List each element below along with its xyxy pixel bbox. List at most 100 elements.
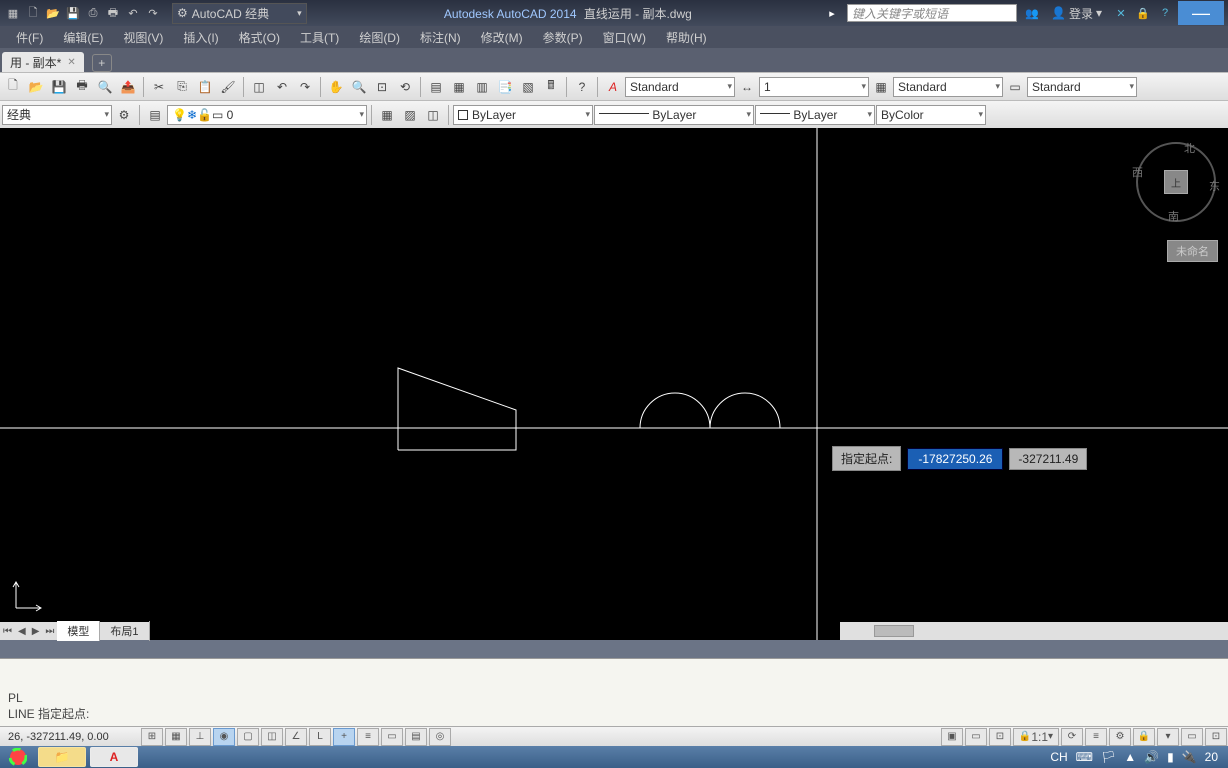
menu-parametric[interactable]: 参数(P) <box>533 27 593 48</box>
text-style-icon[interactable]: A <box>602 76 624 98</box>
ducs-icon[interactable]: L <box>309 728 331 746</box>
iso-icon[interactable]: ▭ <box>1181 728 1203 746</box>
stay-connected-icon[interactable]: 🔒 <box>1134 4 1152 22</box>
copy-icon[interactable]: ⎘ <box>171 76 193 98</box>
snap-icon[interactable]: ⊞ <box>141 728 163 746</box>
plot-icon[interactable]: 🖶 <box>71 76 93 98</box>
zoom-prev-icon[interactable]: ⟲ <box>394 76 416 98</box>
ws-switch-icon[interactable]: ⚙ <box>1109 728 1131 746</box>
qv-icon[interactable]: ⊡ <box>989 728 1011 746</box>
ortho-icon[interactable]: ⊥ <box>189 728 211 746</box>
cut-icon[interactable]: ✂ <box>148 76 170 98</box>
table-style-select[interactable]: Standard▾ <box>1027 77 1137 97</box>
lineweight-select[interactable]: 1▾ <box>759 77 869 97</box>
dyn-input-icon[interactable]: + <box>333 728 355 746</box>
view-state-label[interactable]: 未命名 <box>1167 240 1218 262</box>
osnap3d-icon[interactable]: ◫ <box>261 728 283 746</box>
help-icon[interactable]: ? <box>1156 4 1174 22</box>
save-icon[interactable]: 💾 <box>48 76 70 98</box>
undo-icon[interactable]: ↶ <box>124 4 142 22</box>
save-icon[interactable]: 💾 <box>64 4 82 22</box>
drawing-canvas[interactable]: 上 北 南 东 西 未命名 指定起点: -17827250.26 -327211… <box>0 128 1228 640</box>
layer-iso-icon[interactable]: ▨ <box>399 104 421 126</box>
toolbar-lock-icon[interactable]: 🔒 <box>1133 728 1155 746</box>
color-select[interactable]: ByLayer▾ <box>453 105 593 125</box>
layout-next-icon[interactable]: ▶ <box>29 626 43 637</box>
lineweight-select2[interactable]: ByLayer▾ <box>755 105 875 125</box>
open-icon[interactable]: 📂 <box>25 76 47 98</box>
layer-state-icon[interactable]: ▦ <box>376 104 398 126</box>
tpy-icon[interactable]: ▭ <box>381 728 403 746</box>
zoom-icon[interactable]: 🔍 <box>348 76 370 98</box>
ws-settings-icon[interactable]: ⚙ <box>113 104 135 126</box>
mleader-icon[interactable]: ▭ <box>1004 76 1026 98</box>
saveas-icon[interactable]: ⎙ <box>84 4 102 22</box>
clock[interactable]: 20 <box>1205 750 1218 764</box>
file-tab[interactable]: 用 - 副本*✕ <box>2 52 84 72</box>
menu-help[interactable]: 帮助(H) <box>656 27 717 48</box>
clean-icon[interactable]: ⊡ <box>1205 728 1227 746</box>
new-tab-button[interactable]: + <box>92 54 112 72</box>
workspace-selector[interactable]: ⚙ AutoCAD 经典 ▾ <box>172 3 307 24</box>
login-button[interactable]: 👤 登录 ▾ <box>1045 3 1108 24</box>
dim-style-select[interactable]: Standard▾ <box>893 77 1003 97</box>
anno-scale[interactable]: 🔒 1:1▾ <box>1013 728 1059 746</box>
dim-style-icon[interactable]: ↔ <box>736 76 758 98</box>
markup-icon[interactable]: ▧ <box>517 76 539 98</box>
menu-view[interactable]: 视图(V) <box>113 27 173 48</box>
pan-icon[interactable]: ✋ <box>325 76 347 98</box>
taskbar-explorer[interactable]: 📁 <box>38 747 86 767</box>
plotstyle-select[interactable]: ByColor▾ <box>876 105 986 125</box>
workspace-select[interactable]: 经典▾ <box>2 105 112 125</box>
minimize-button[interactable]: — <box>1178 1 1224 25</box>
table-style-icon[interactable]: ▦ <box>870 76 892 98</box>
lwt-icon[interactable]: ≡ <box>357 728 379 746</box>
infocenter-icon[interactable]: 👥 <box>1023 4 1041 22</box>
new-icon[interactable]: 🗋 <box>24 4 42 22</box>
menu-format[interactable]: 格式(O) <box>229 27 290 48</box>
block-icon[interactable]: ◫ <box>248 76 270 98</box>
text-style-select[interactable]: Standard▾ <box>625 77 735 97</box>
action-icon[interactable]: 🏳 <box>1101 750 1116 764</box>
undo-icon[interactable]: ↶ <box>271 76 293 98</box>
layout-last-icon[interactable]: ⏭ <box>42 626 57 637</box>
osnap-icon[interactable]: ▢ <box>237 728 259 746</box>
grid-icon[interactable]: ▦ <box>165 728 187 746</box>
new-icon[interactable]: 🗋 <box>2 76 24 98</box>
menu-dimension[interactable]: 标注(N) <box>410 27 471 48</box>
otrack-icon[interactable]: ∠ <box>285 728 307 746</box>
layout-prev-icon[interactable]: ◀ <box>15 626 29 637</box>
ime-indicator[interactable]: CH <box>1050 750 1067 764</box>
exchange-icon[interactable]: ✕ <box>1112 4 1130 22</box>
ime-icon[interactable]: ⌨ <box>1076 750 1093 764</box>
linetype-select[interactable]: ByLayer▾ <box>594 105 754 125</box>
menu-window[interactable]: 窗口(W) <box>593 27 656 48</box>
redo-icon[interactable]: ↷ <box>144 4 162 22</box>
start-button[interactable] <box>0 746 36 768</box>
sc-icon[interactable]: ◎ <box>429 728 451 746</box>
model-icon[interactable]: ▣ <box>941 728 963 746</box>
layer-select[interactable]: 💡❄🔓▭ 0▾ <box>167 105 367 125</box>
match-icon[interactable]: 🖌 <box>217 76 239 98</box>
print-icon[interactable]: 🖶 <box>104 4 122 22</box>
dynamic-input-x[interactable]: -17827250.26 <box>907 448 1003 470</box>
layout-icon[interactable]: ▭ <box>965 728 987 746</box>
taskbar-autocad[interactable]: A <box>90 747 138 767</box>
menu-insert[interactable]: 插入(I) <box>173 27 228 48</box>
layer-prev-icon[interactable]: ◫ <box>422 104 444 126</box>
app-icon[interactable]: ▦ <box>4 4 22 22</box>
layout-tab-model[interactable]: 模型 <box>57 621 100 641</box>
hw-accel-icon[interactable]: ▾ <box>1157 728 1179 746</box>
menu-edit[interactable]: 编辑(E) <box>53 27 113 48</box>
anno-auto-icon[interactable]: ≡ <box>1085 728 1107 746</box>
calc-icon[interactable]: 🖩 <box>540 76 562 98</box>
open-icon[interactable]: 📂 <box>44 4 62 22</box>
layout-tab-1[interactable]: 布局1 <box>100 621 149 641</box>
zoom-window-icon[interactable]: ⊡ <box>371 76 393 98</box>
menu-modify[interactable]: 修改(M) <box>471 27 533 48</box>
anno-vis-icon[interactable]: ⟳ <box>1061 728 1083 746</box>
polar-icon[interactable]: ◉ <box>213 728 235 746</box>
dcenter-icon[interactable]: ▦ <box>448 76 470 98</box>
menu-tools[interactable]: 工具(T) <box>290 27 349 48</box>
sheet-icon[interactable]: 📑 <box>494 76 516 98</box>
